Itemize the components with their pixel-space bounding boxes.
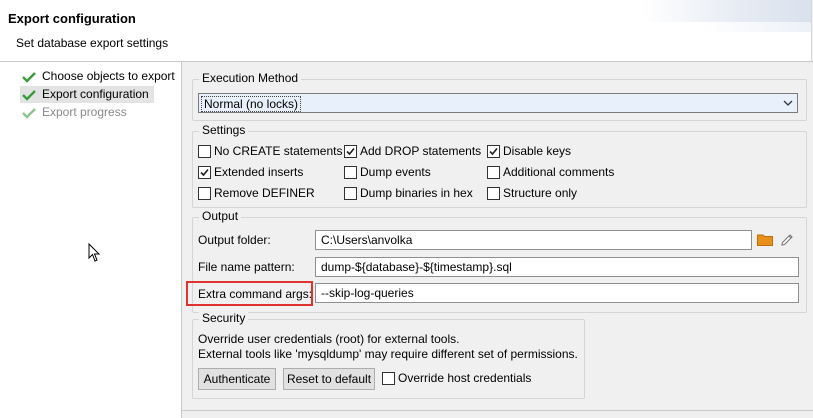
security-description-line2: External tools like 'mysqldump' may requ… [198,347,578,361]
checkbox-box [382,372,395,385]
check-icon [346,147,355,156]
header-banner-graphic-lower [701,22,811,32]
execution-method-select[interactable]: Normal (no locks) [198,93,798,113]
execution-method-value: Normal (no locks) [201,96,302,112]
checkbox-box [344,145,357,158]
group-title: Execution Method [199,71,302,85]
check-icon [489,147,498,156]
checkbox-label: Disable keys [503,144,572,158]
wizard-step-label: Export configuration [42,87,149,101]
checkbox-box [344,166,357,179]
check-icon [22,90,36,101]
page-subtitle: Set database export settings [16,36,169,50]
output-folder-input[interactable]: C:\Users\anvolka [315,230,752,250]
authenticate-button[interactable]: Authenticate [198,368,276,390]
checkbox-label: Dump binaries in hex [360,186,473,200]
file-name-pattern-input[interactable]: dump-${database}-${timestamp}.sql [315,257,799,277]
reset-to-default-button[interactable]: Reset to default [283,368,375,390]
wizard-header: Export configuration Set database export… [0,0,812,61]
checkbox-label: Override host credentials [398,371,532,385]
check-icon [200,168,209,177]
wizard-step-export-progress[interactable]: Export progress [20,104,150,121]
checkbox-box [344,187,357,200]
checkbox-label: Add DROP statements [360,144,482,158]
page-title: Export configuration [8,11,136,26]
checkbox-box [487,166,500,179]
wizard-step-label: Export progress [42,105,127,119]
folder-icon[interactable] [757,233,773,246]
edit-pencil-icon[interactable] [779,232,795,248]
extra-command-args-input[interactable]: --skip-log-queries [315,283,799,303]
wizard-step-choose-objects[interactable]: Choose objects to export [20,68,180,85]
file-name-pattern-label: File name pattern: [198,260,295,274]
check-icon [22,108,36,119]
group-title: Settings [199,123,249,137]
highlight-box [186,281,313,306]
wizard-step-export-configuration[interactable]: Export configuration [20,86,154,103]
wizard-step-label: Choose objects to export [42,69,175,83]
checkbox-label: Dump events [360,165,431,179]
checkbox-box [487,187,500,200]
checkbox-label: No CREATE statements [214,144,343,158]
group-title: Output [199,209,242,223]
group-title: Security [199,311,249,325]
checkbox-box [198,187,211,200]
check-icon [22,72,36,83]
checkbox-label: Remove DEFINER [214,186,315,200]
checkbox-box [487,145,500,158]
output-folder-label: Output folder: [198,233,271,247]
checkbox-label: Extended inserts [214,165,304,179]
chevron-down-icon [783,100,793,106]
panel-bottom-divider [182,410,813,411]
checkbox-box [198,166,211,179]
security-description-line1: Override user credentials (root) for ext… [198,332,460,346]
checkbox-box [198,145,211,158]
header-banner-graphic [641,0,811,22]
checkbox-label: Additional comments [503,165,615,179]
wizard-steps-panel: Choose objects to export Export configur… [0,62,182,418]
checkbox-label: Structure only [503,186,578,200]
mouse-cursor-icon [88,243,101,262]
